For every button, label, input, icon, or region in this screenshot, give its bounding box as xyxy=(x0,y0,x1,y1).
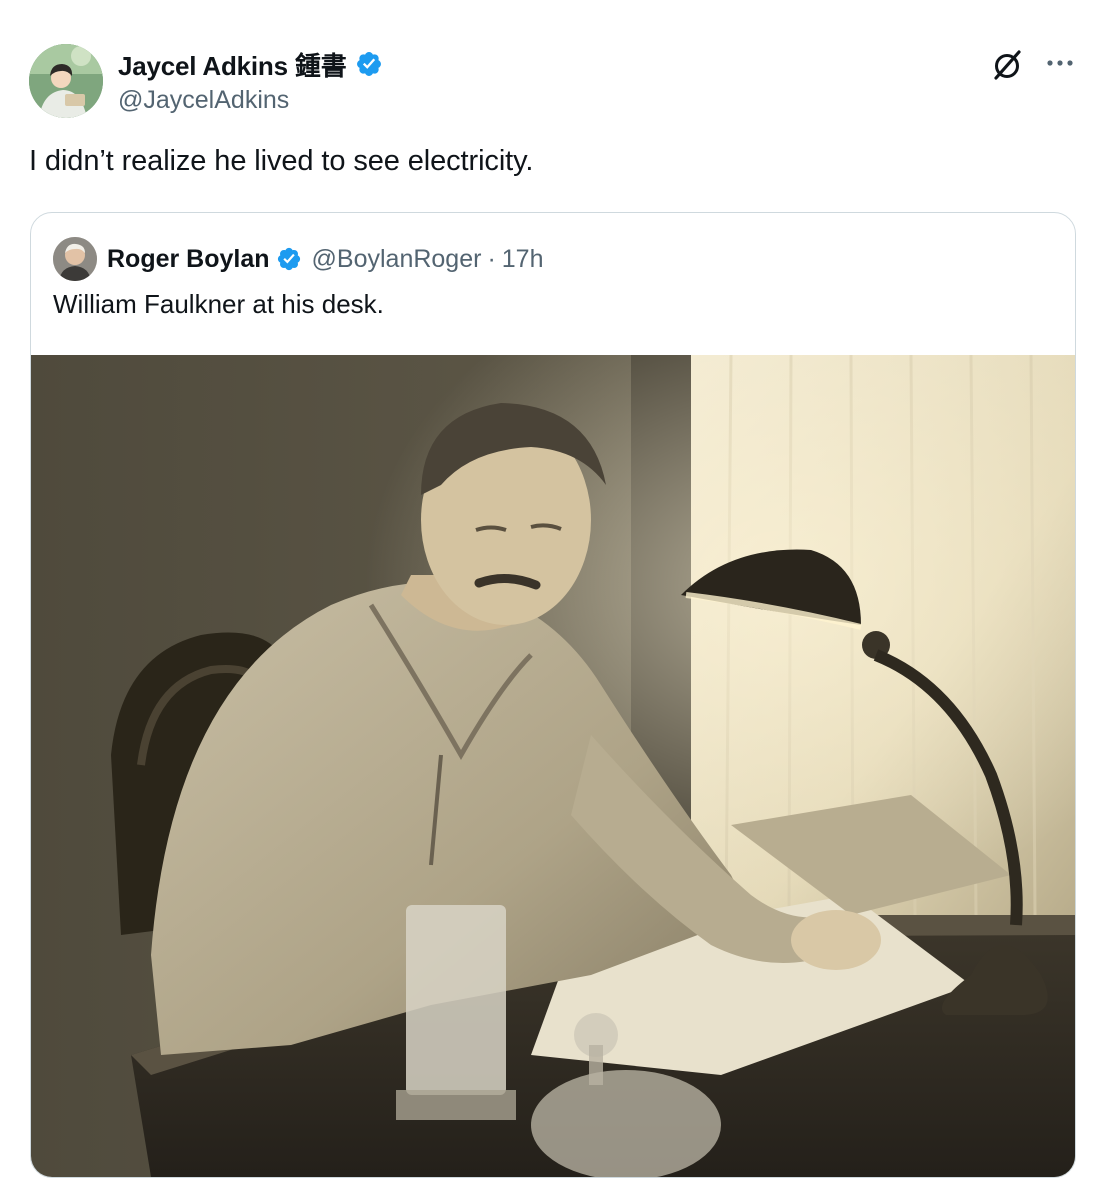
author-avatar[interactable] xyxy=(29,44,103,118)
quoted-tweet-card[interactable]: Roger Boylan @BoylanRoger · 17h William … xyxy=(30,212,1076,1178)
verified-badge-icon xyxy=(356,52,381,76)
separator-dot: · xyxy=(487,244,496,273)
author-display-name[interactable]: Jaycel Adkins 鍾書 xyxy=(118,46,347,83)
anime-avatar-icon xyxy=(29,44,103,118)
grok-icon[interactable] xyxy=(990,48,1024,82)
quoted-tweet-photo[interactable] xyxy=(31,355,1075,1177)
profile-photo-icon xyxy=(53,237,97,281)
quoted-author-display-name[interactable]: Roger Boylan xyxy=(107,245,270,274)
quoted-timestamp[interactable]: 17h xyxy=(502,245,544,274)
tweet-text: I didn’t realize he lived to see electri… xyxy=(29,145,534,177)
quoted-author-avatar[interactable] xyxy=(53,237,97,281)
author-handle[interactable]: @JaycelAdkins xyxy=(118,86,383,115)
more-options-icon[interactable] xyxy=(1044,50,1076,76)
quoted-author-handle[interactable]: @BoylanRoger xyxy=(312,245,482,274)
verified-badge-icon xyxy=(277,247,300,271)
quoted-tweet-text: William Faulkner at his desk. xyxy=(53,289,384,319)
